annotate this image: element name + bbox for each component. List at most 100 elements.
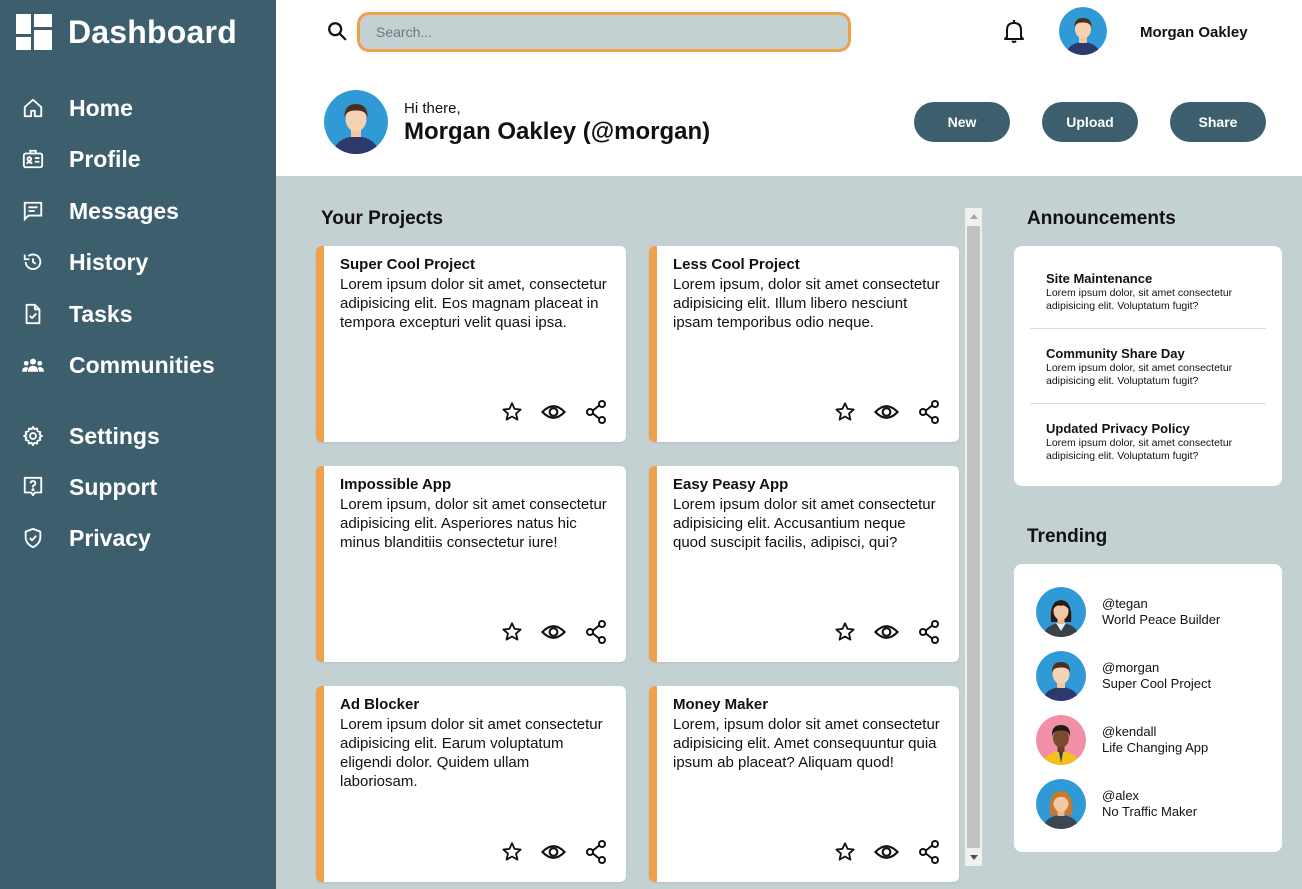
sidebar-item-support[interactable]: Support: [0, 467, 276, 507]
trending-item[interactable]: @alex No Traffic Maker: [1036, 779, 1266, 829]
trending-item[interactable]: @kendall Life Changing App: [1036, 715, 1266, 765]
project-card[interactable]: Money Maker Lorem, ipsum dolor sit amet …: [649, 686, 959, 882]
trending-item[interactable]: @morgan Super Cool Project: [1036, 651, 1266, 701]
sidebar-item-settings[interactable]: Settings: [0, 416, 276, 456]
avatar[interactable]: [1059, 7, 1107, 55]
communities-icon: [22, 354, 44, 376]
project-actions: [832, 620, 941, 644]
search-icon[interactable]: [326, 20, 348, 42]
star-icon[interactable]: [499, 840, 524, 864]
project-card[interactable]: Less Cool Project Lorem ipsum, dolor sit…: [649, 246, 959, 442]
sidebar-item-label: Messages: [69, 197, 179, 224]
sidebar-item-messages[interactable]: Messages: [0, 191, 276, 231]
new-button[interactable]: New: [914, 102, 1010, 142]
sidebar-item-label: Communities: [69, 351, 215, 378]
history-icon: [22, 251, 44, 273]
divider: [1030, 328, 1266, 329]
share-icon[interactable]: [916, 620, 941, 644]
announcement-item[interactable]: Community Share Day Lorem ipsum dolor, s…: [1030, 346, 1266, 388]
project-card[interactable]: Impossible App Lorem ipsum, dolor sit am…: [316, 466, 626, 662]
share-icon[interactable]: [583, 620, 608, 644]
announcement-item[interactable]: Updated Privacy Policy Lorem ipsum dolor…: [1030, 421, 1266, 463]
eye-icon[interactable]: [541, 840, 566, 864]
project-description: Lorem ipsum, dolor sit amet consectetur …: [673, 276, 940, 331]
share-button[interactable]: Share: [1170, 102, 1266, 142]
projects-title: Your Projects: [321, 208, 444, 229]
sidebar-item-home[interactable]: Home: [0, 88, 276, 128]
star-icon[interactable]: [499, 620, 524, 644]
star-icon[interactable]: [499, 400, 524, 424]
upload-button[interactable]: Upload: [1042, 102, 1138, 142]
avatar: [1036, 587, 1086, 637]
project-actions: [499, 840, 608, 864]
home-icon: [22, 97, 44, 119]
projects-scrollbar[interactable]: [965, 208, 982, 866]
sidebar-item-communities[interactable]: Communities: [0, 345, 276, 385]
scroll-down-icon[interactable]: [965, 849, 982, 866]
avatar: [1036, 779, 1086, 829]
project-title: Ad Blocker: [340, 696, 420, 713]
scroll-up-icon[interactable]: [965, 208, 982, 225]
tasks-icon: [22, 303, 44, 325]
announcement-title: Updated Privacy Policy: [1046, 421, 1190, 436]
star-icon[interactable]: [832, 400, 857, 424]
greeting-text: Hi there,: [404, 100, 461, 117]
project-card[interactable]: Super Cool Project Lorem ipsum dolor sit…: [316, 246, 626, 442]
project-title: Easy Peasy App: [673, 476, 789, 493]
share-icon[interactable]: [583, 400, 608, 424]
project-description: Lorem ipsum dolor sit amet consectetur a…: [340, 716, 603, 790]
share-icon[interactable]: [916, 400, 941, 424]
divider: [1030, 403, 1266, 404]
bell-icon[interactable]: [1002, 18, 1026, 44]
eye-icon[interactable]: [541, 620, 566, 644]
project-actions: [499, 400, 608, 424]
sidebar-item-label: Settings: [69, 422, 160, 449]
eye-icon[interactable]: [541, 400, 566, 424]
project-title: Money Maker: [673, 696, 769, 713]
header-username[interactable]: Morgan Oakley: [1140, 24, 1248, 41]
trending-handle: @tegan: [1102, 596, 1148, 611]
help-icon: [22, 476, 44, 498]
announcements-title: Announcements: [1027, 208, 1176, 229]
announcement-body: Lorem ipsum dolor, sit amet consectetur …: [1046, 362, 1233, 387]
sidebar-item-label: Support: [69, 473, 158, 500]
announcement-body: Lorem ipsum dolor, sit amet consectetur …: [1046, 437, 1233, 462]
share-icon[interactable]: [916, 840, 941, 864]
scrollbar-thumb[interactable]: [967, 226, 980, 848]
trending-description: Super Cool Project: [1102, 676, 1212, 691]
star-icon[interactable]: [832, 840, 857, 864]
sidebar-item-profile[interactable]: Profile: [0, 139, 276, 179]
sidebar-item-history[interactable]: History: [0, 242, 276, 282]
project-title: Impossible App: [340, 476, 452, 493]
sidebar-item-privacy[interactable]: Privacy: [0, 518, 276, 558]
sidebar-item-label: Profile: [69, 145, 141, 172]
star-icon[interactable]: [832, 620, 857, 644]
project-actions: [832, 840, 941, 864]
sidebar-item-tasks[interactable]: Tasks: [0, 294, 276, 334]
trending-description: Life Changing App: [1102, 740, 1209, 755]
trending-panel: @tegan World Peace Builder @morgan Super…: [1014, 564, 1282, 852]
project-description: Lorem ipsum, dolor sit amet consectetur …: [340, 496, 607, 551]
share-icon[interactable]: [583, 840, 608, 864]
project-title: Super Cool Project: [340, 256, 476, 273]
dashboard-title: Dashboard: [68, 13, 237, 50]
eye-icon[interactable]: [874, 840, 899, 864]
project-card[interactable]: Easy Peasy App Lorem ipsum dolor sit ame…: [649, 466, 959, 662]
sidebar-item-label: History: [69, 248, 149, 275]
search-input[interactable]: [357, 12, 851, 52]
trending-handle: @alex: [1102, 788, 1140, 803]
trending-description: World Peace Builder: [1102, 612, 1221, 627]
trending-description: No Traffic Maker: [1102, 804, 1198, 819]
announcement-item[interactable]: Site Maintenance Lorem ipsum dolor, sit …: [1030, 271, 1266, 313]
sidebar: Dashboard Home Profile Messages History …: [0, 0, 276, 889]
project-card[interactable]: Ad Blocker Lorem ipsum dolor sit amet co…: [316, 686, 626, 882]
avatar: [1036, 651, 1086, 701]
eye-icon[interactable]: [874, 400, 899, 424]
shield-icon: [22, 527, 44, 549]
gear-icon: [22, 425, 44, 447]
user-display-name: Morgan Oakley (@morgan): [404, 118, 711, 145]
avatar: [1036, 715, 1086, 765]
eye-icon[interactable]: [874, 620, 899, 644]
header: Morgan Oakley Hi there, Morgan Oakley (@…: [276, 0, 1302, 176]
trending-item[interactable]: @tegan World Peace Builder: [1036, 587, 1266, 637]
